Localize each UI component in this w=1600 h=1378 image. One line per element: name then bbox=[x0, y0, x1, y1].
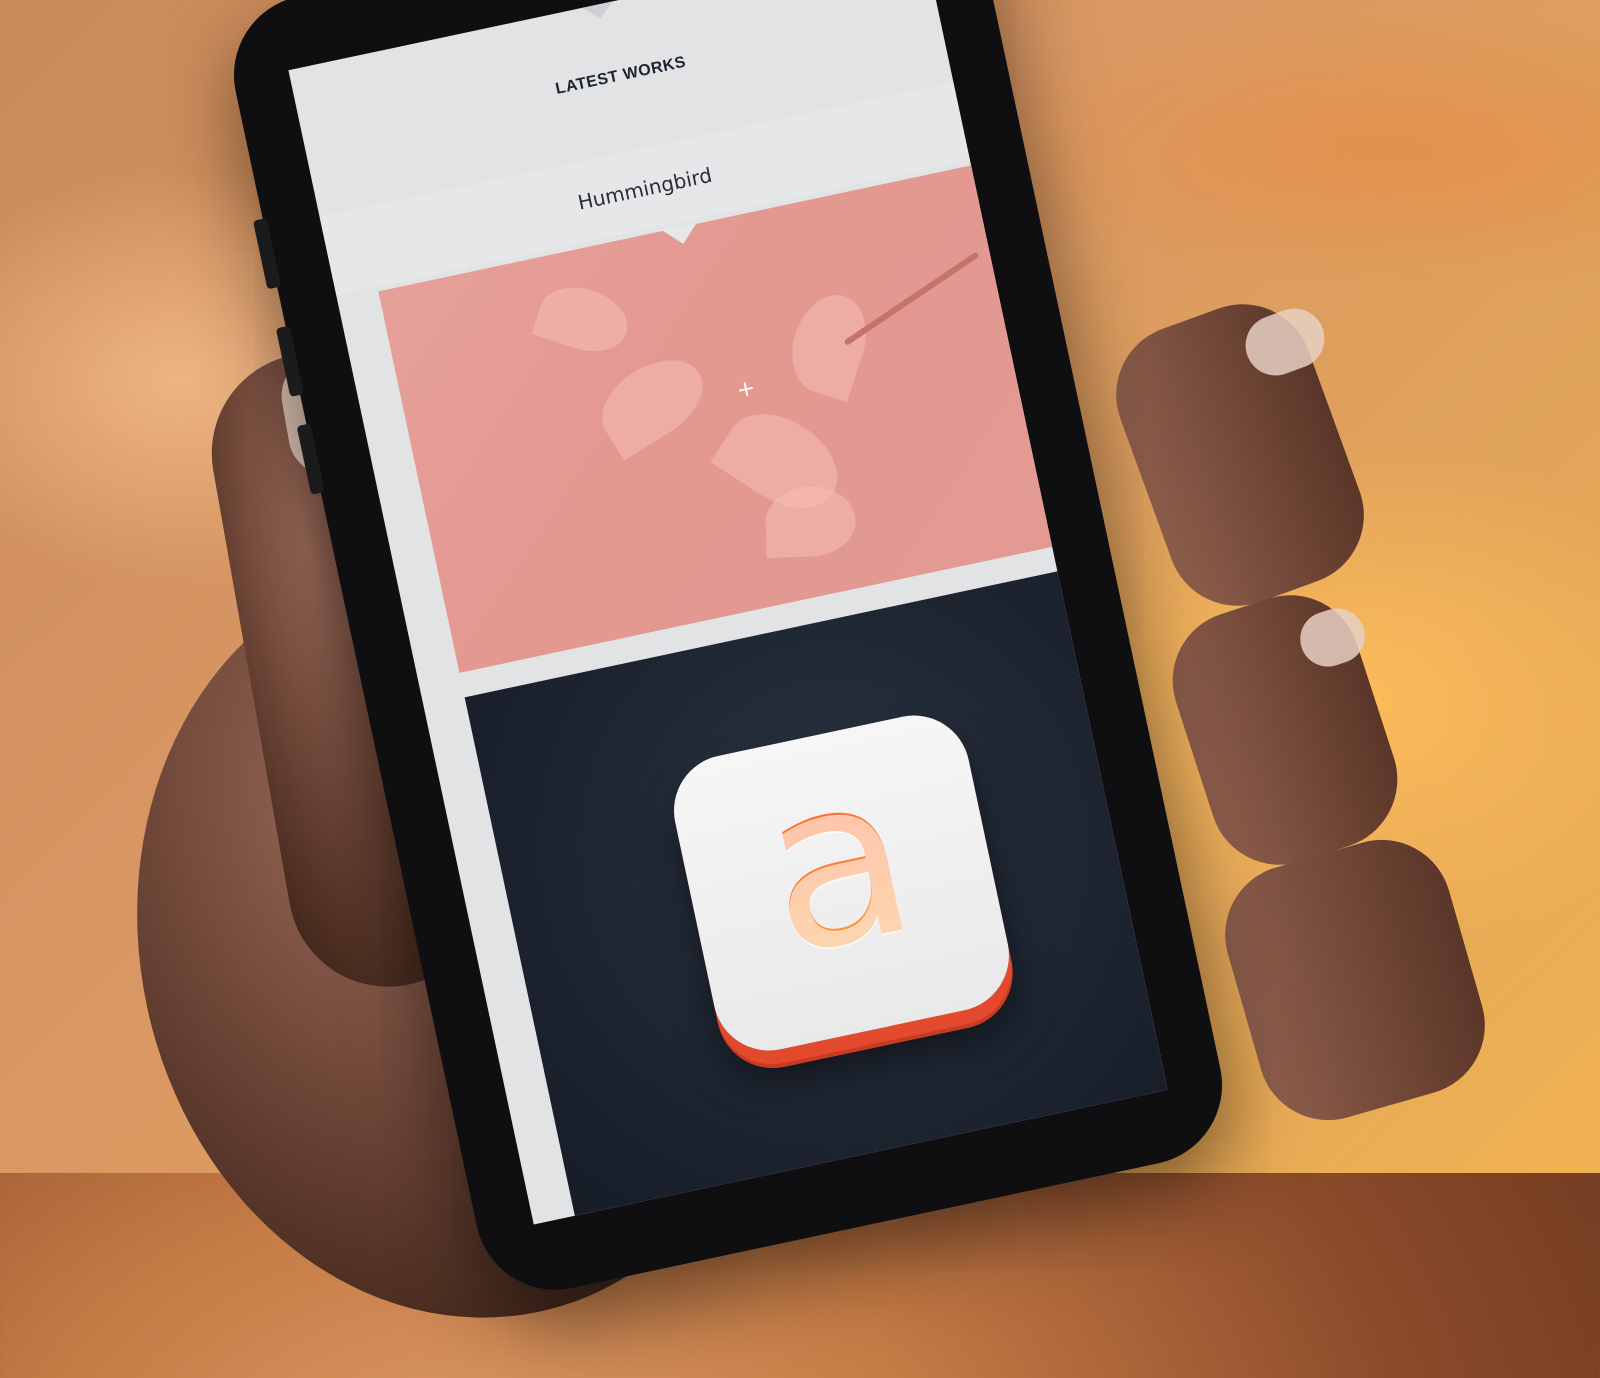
section-title: LATEST WORKS bbox=[554, 53, 688, 98]
header-pointer bbox=[581, 1, 617, 22]
flower-petal bbox=[764, 484, 857, 559]
flower-petal bbox=[780, 285, 878, 403]
app-letter-a-icon: a bbox=[663, 705, 1020, 1061]
flower-petal bbox=[587, 343, 718, 461]
app-icon-letter: a bbox=[740, 717, 934, 1009]
flower-petal bbox=[531, 276, 636, 362]
plus-icon[interactable]: + bbox=[734, 375, 757, 403]
card-title-hummingbird[interactable]: Hummingbird bbox=[576, 163, 714, 215]
hummingbird-beak bbox=[843, 251, 980, 346]
portfolio-card-app-icon[interactable]: a bbox=[464, 560, 1168, 1225]
caption-pointer bbox=[661, 222, 701, 248]
